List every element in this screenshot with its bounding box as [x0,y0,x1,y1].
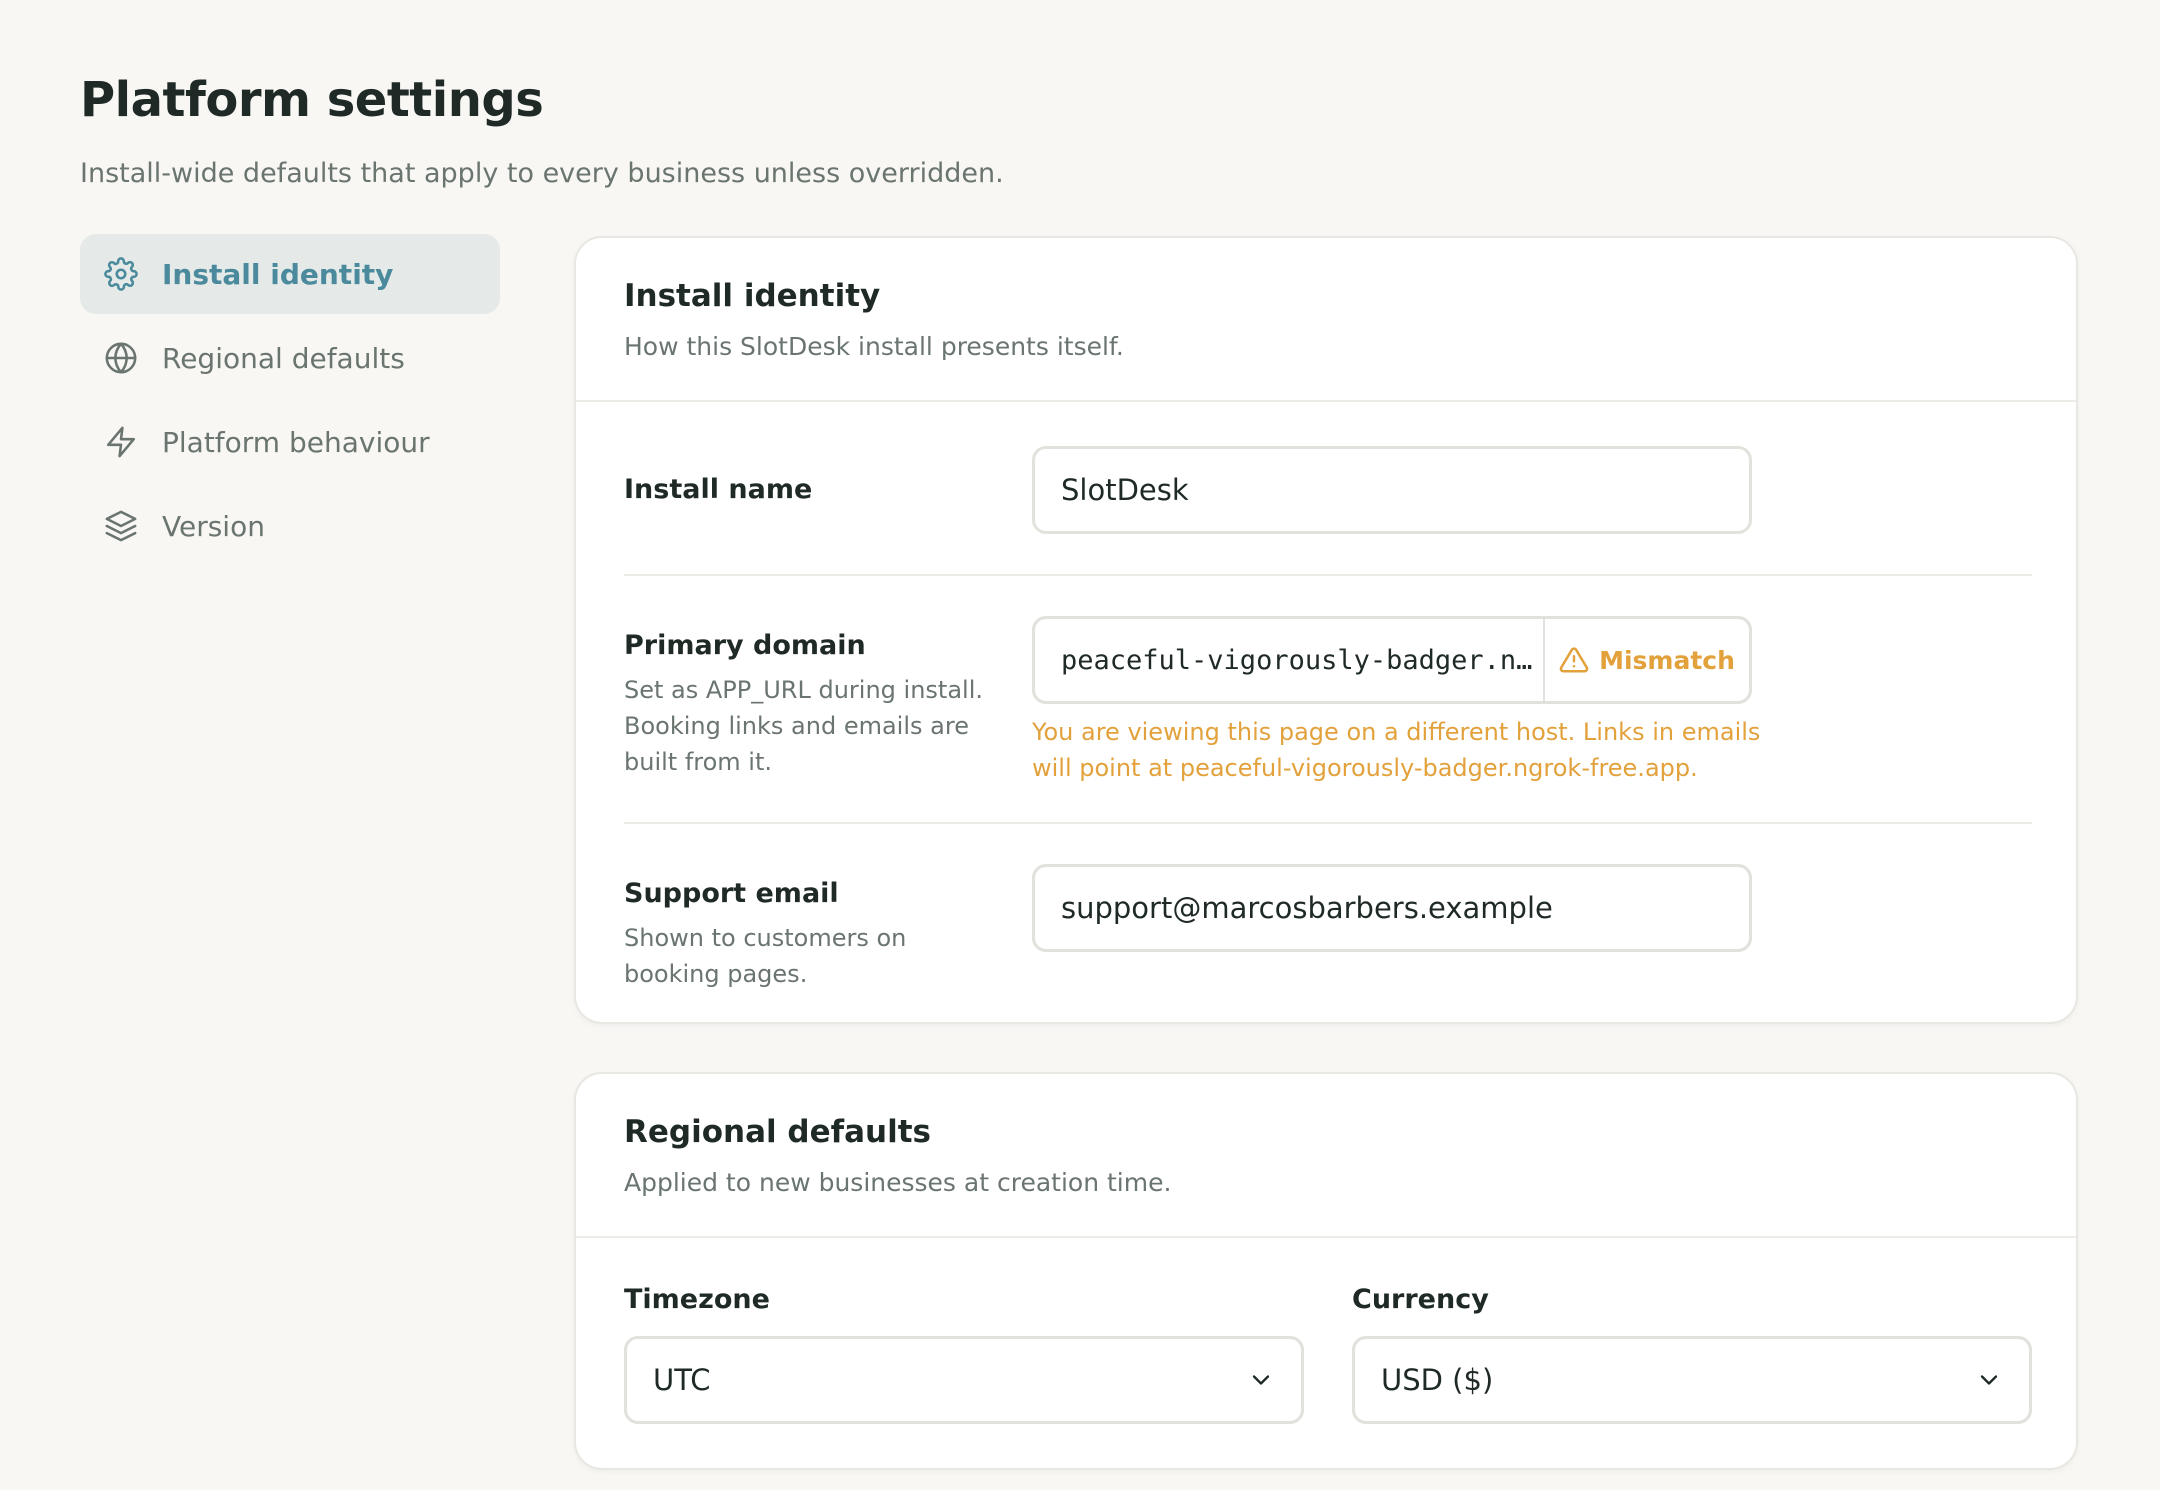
sidebar-item-label: Platform behaviour [162,425,430,459]
domain-mismatch-warning: You are viewing this page on a different… [1032,718,1761,782]
timezone-value: UTC [653,1363,711,1397]
support-email-row: Support email Shown to customers on book… [624,864,2032,994]
primary-domain-help: Set as APP_URL during install. Booking l… [624,676,984,776]
support-email-input[interactable]: support@marcosbarbers.example [1032,864,1752,952]
chevron-down-icon [1252,1375,1270,1385]
card-title: Regional defaults [624,1114,932,1150]
layers-icon [104,509,138,543]
sidebar-item-version[interactable]: Version [80,486,500,566]
install-name-value: SlotDesk [1061,473,1189,507]
card-header: Install identity How this SlotDesk insta… [576,238,2076,402]
support-email-label: Support email [624,878,839,909]
page-subtitle: Install-wide defaults that apply to ever… [80,158,1004,189]
card-description: How this SlotDesk install presents itsel… [624,332,1124,361]
settings-sidebar: Install identity Regional defaults Platf… [80,234,500,570]
currency-label: Currency [1352,1284,1489,1315]
primary-domain-label: Primary domain [624,630,866,661]
globe-icon [104,341,138,375]
divider [624,574,2032,576]
install-name-input[interactable]: SlotDesk [1032,446,1752,534]
divider [624,822,2032,824]
card-description: Applied to new businesses at creation ti… [624,1168,1172,1197]
gear-icon [104,257,138,291]
mismatch-badge: Mismatch [1545,619,1749,701]
lightning-icon [104,425,138,459]
primary-domain-input[interactable]: peaceful-vigorously-badger.n… Mismatch [1032,616,1752,704]
mismatch-label: Mismatch [1599,645,1735,675]
install-identity-card: Install identity How this SlotDesk insta… [574,236,2078,1024]
settings-page: Platform settings Install-wide defaults … [0,0,2160,1490]
install-name-label: Install name [624,474,813,505]
install-name-row: Install name SlotDesk [624,446,2032,534]
card-title: Install identity [624,278,881,314]
card-header: Regional defaults Applied to new busines… [576,1074,2076,1238]
currency-value: USD ($) [1381,1363,1494,1397]
support-email-value: support@marcosbarbers.example [1061,891,1553,925]
warning-icon [1559,647,1589,673]
support-email-help: Shown to customers on booking pages. [624,924,907,988]
sidebar-item-label: Install identity [162,257,394,291]
sidebar-item-regional-defaults[interactable]: Regional defaults [80,318,500,398]
sidebar-item-install-identity[interactable]: Install identity [80,234,500,314]
sidebar-item-label: Regional defaults [162,341,405,375]
sidebar-item-platform-behaviour[interactable]: Platform behaviour [80,402,500,482]
primary-domain-row: Primary domain Set as APP_URL during ins… [624,616,2032,796]
timezone-select[interactable]: UTC [624,1336,1304,1424]
primary-domain-value: peaceful-vigorously-badger.n… [1035,619,1545,701]
chevron-down-icon [1980,1375,1998,1385]
sidebar-item-label: Version [162,509,265,543]
page-title: Platform settings [80,72,544,128]
regional-fields-row: Timezone UTC Currency USD ($) [624,1284,2032,1434]
regional-defaults-card: Regional defaults Applied to new busines… [574,1072,2078,1470]
page-header: Platform settings Install-wide defaults … [80,72,1004,189]
timezone-label: Timezone [624,1284,770,1315]
currency-select[interactable]: USD ($) [1352,1336,2032,1424]
